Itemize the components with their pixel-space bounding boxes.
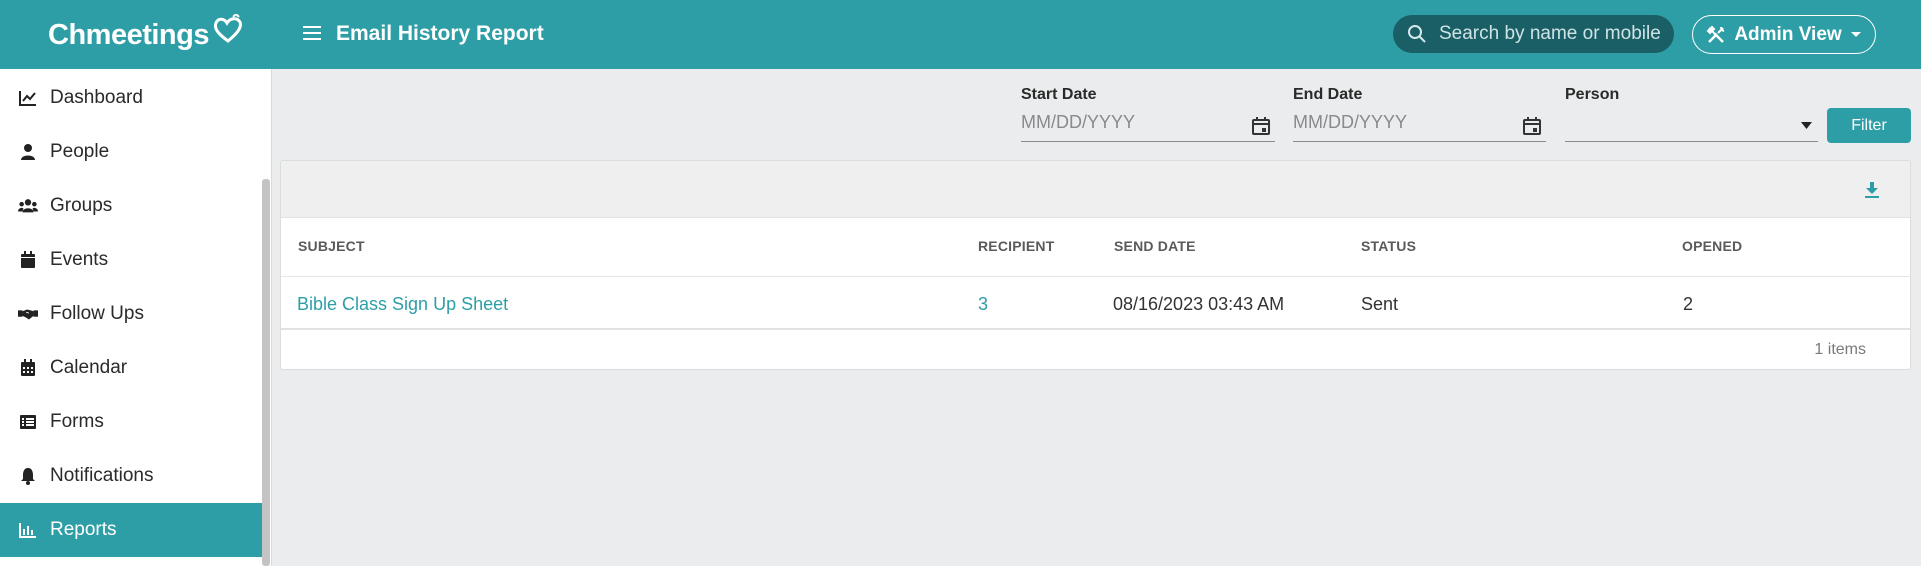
search-box [1393, 15, 1674, 53]
table-toolbar [281, 161, 1910, 218]
sidebar-item-people[interactable]: People [0, 125, 262, 179]
calendar-day-icon [21, 251, 35, 268]
person-label: Person [1565, 86, 1620, 103]
admin-view-label: Admin View [1734, 23, 1842, 45]
sidebar-item-notifications[interactable]: Notifications [0, 449, 262, 503]
heart-logo-icon [213, 14, 242, 43]
cell-send-date: 08/16/2023 03:43 AM [1113, 294, 1285, 314]
sidebar-item-dashboard[interactable]: Dashboard [0, 71, 262, 125]
email-history-table: SUBJECT RECIPIENT SEND DATE STATUS OPENE… [280, 160, 1911, 370]
row-divider [281, 328, 1910, 330]
bar-chart-icon [19, 523, 36, 538]
tools-icon [1706, 25, 1725, 43]
start-date-label: Start Date [1021, 86, 1097, 103]
hamburger-menu-icon[interactable] [302, 23, 322, 43]
cell-subject-link[interactable]: Bible Class Sign Up Sheet [297, 294, 508, 315]
bell-icon [21, 468, 35, 485]
dropdown-caret-icon [1801, 122, 1812, 129]
start-date-input[interactable] [1021, 108, 1241, 133]
sidebar-item-label: Reports [50, 519, 117, 540]
column-header-send-date[interactable]: SEND DATE [1114, 238, 1196, 254]
sidebar: Dashboard People Groups Events Follow Up… [0, 69, 271, 566]
search-icon [1408, 25, 1426, 43]
end-date-input[interactable] [1293, 108, 1513, 133]
calendar-picker-icon[interactable] [1522, 116, 1542, 136]
start-date-field[interactable] [1021, 108, 1275, 142]
calendar-picker-icon[interactable] [1251, 116, 1271, 136]
sidebar-item-label: Notifications [50, 465, 154, 486]
sidebar-item-calendar[interactable]: Calendar [0, 341, 262, 395]
chevron-down-icon [1850, 31, 1861, 37]
column-header-opened[interactable]: OPENED [1682, 238, 1742, 254]
cell-opened: 2 [1683, 294, 1694, 314]
column-header-status[interactable]: STATUS [1361, 238, 1416, 254]
sidebar-item-label: Groups [50, 195, 113, 216]
list-icon [20, 415, 36, 429]
search-input[interactable] [1437, 22, 1671, 46]
filter-button[interactable]: Filter [1827, 108, 1911, 143]
sidebar-item-label: Calendar [50, 357, 128, 378]
sidebar-item-label: People [50, 141, 110, 162]
users-icon [18, 199, 38, 213]
end-date-field[interactable] [1293, 108, 1546, 142]
handshake-icon [18, 309, 38, 320]
sidebar-item-label: Forms [50, 411, 104, 432]
person-icon [21, 144, 35, 160]
sidebar-item-reports[interactable]: Reports [0, 503, 262, 557]
end-date-label: End Date [1293, 86, 1363, 103]
sidebar-scrollbar[interactable] [262, 179, 270, 566]
sidebar-item-forms[interactable]: Forms [0, 395, 262, 449]
sidebar-item-events[interactable]: Events [0, 233, 262, 287]
sidebar-divider [271, 69, 272, 566]
download-icon[interactable] [1864, 181, 1880, 199]
page-title: Email History Report [336, 22, 544, 45]
sidebar-item-follow-ups[interactable]: Follow Ups [0, 287, 262, 341]
logo[interactable]: Chmeetings [48, 14, 245, 53]
header-divider [281, 276, 1910, 277]
top-header: Chmeetings Email History Report Admin Vi… [0, 0, 1921, 69]
cell-status: Sent [1361, 294, 1399, 314]
person-select[interactable] [1565, 108, 1818, 142]
column-header-recipient[interactable]: RECIPIENT [978, 238, 1054, 254]
calendar-icon [21, 359, 35, 376]
admin-view-button[interactable]: Admin View [1692, 15, 1876, 54]
sidebar-item-label: Follow Ups [50, 303, 144, 324]
column-header-subject[interactable]: SUBJECT [298, 238, 365, 254]
sidebar-item-groups[interactable]: Groups [0, 179, 262, 233]
chart-line-icon [19, 91, 36, 106]
items-count: 1 items [1814, 341, 1866, 358]
cell-recipient-link[interactable]: 3 [978, 294, 988, 315]
logo-text: Chmeetings [48, 18, 209, 51]
sidebar-item-label: Events [50, 249, 109, 270]
sidebar-item-label: Dashboard [50, 87, 143, 108]
